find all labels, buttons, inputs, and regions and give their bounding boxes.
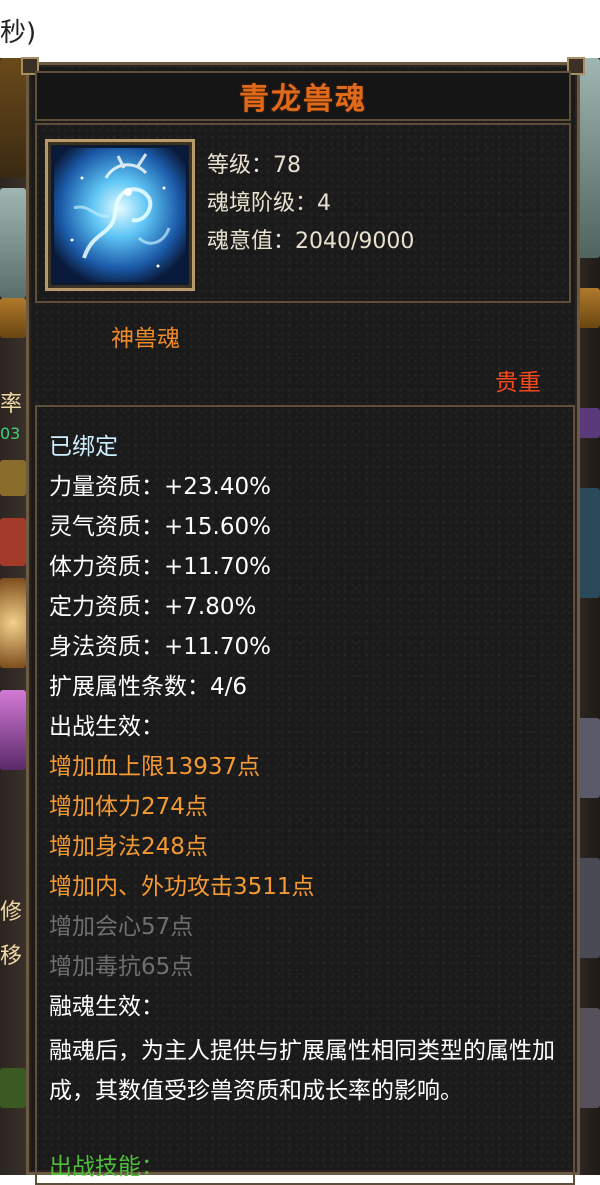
attribute-stamina: 体力资质：+11.70%: [49, 554, 271, 580]
left-label-cultivate: 修: [0, 900, 23, 925]
item-level: 等级：78: [207, 153, 301, 178]
left-skill-icon-3[interactable]: [0, 578, 26, 668]
attribute-focus: 定力资质：+7.80%: [49, 594, 257, 620]
item-icon-frame: [45, 139, 195, 291]
item-rarity: 贵重: [495, 370, 541, 396]
active-effect-agility: 增加身法248点: [49, 834, 208, 860]
left-skill-icon-2[interactable]: [0, 518, 26, 566]
item-title: 青龙兽魂: [239, 82, 367, 117]
item-type: 神兽魂: [111, 326, 180, 352]
attribute-strength: 力量资质：+23.40%: [49, 474, 271, 500]
tooltip-header: 等级：78 魂境阶级：4 魂意值：2040/9000: [35, 123, 571, 303]
extension-count: 扩展属性条数：4/6: [49, 674, 248, 700]
left-grass-icon: [0, 1068, 26, 1108]
battle-skill-header: 出战技能：: [49, 1154, 164, 1180]
right-banner-icon: [578, 288, 600, 328]
right-slot-icon-3[interactable]: [578, 858, 600, 958]
left-label-number: 03: [0, 424, 21, 443]
left-label-rate: 率: [0, 392, 23, 417]
left-frame-icon: [0, 58, 26, 178]
bound-status: 已绑定: [49, 434, 118, 460]
battle-effect-header: 出战生效：: [49, 714, 164, 740]
left-skill-icon-1[interactable]: [0, 460, 26, 496]
azure-dragon-spirit-icon: [54, 148, 186, 282]
game-background-right: [578, 58, 600, 1175]
fusion-description: 融魂后，为主人提供与扩展属性相同类型的属性加成，其数值受珍兽资质和成长率的影响。: [49, 1038, 555, 1104]
right-slot-icon-4[interactable]: [578, 1008, 600, 1108]
item-tooltip: 青龙兽魂 等级：78 魂境阶级：4 魂意值：2040/9000 神兽魂 贵重 已…: [21, 57, 585, 1185]
top-fragment: 秒): [0, 0, 600, 60]
right-slot-icon-2[interactable]: [578, 718, 600, 798]
item-realm-tier: 魂境阶级：4: [207, 191, 331, 216]
tooltip-title-bar: 青龙兽魂: [35, 71, 571, 121]
left-banner-icon: [0, 298, 26, 338]
item-soul-value: 魂意值：2040/9000: [207, 229, 415, 254]
active-effect-stamina: 增加体力274点: [49, 794, 208, 820]
right-slot-icon-1[interactable]: [578, 488, 600, 598]
left-scenery-icon: [0, 188, 26, 298]
inactive-effect-poison-resist: 增加毒抗65点: [49, 954, 194, 980]
active-effect-attack: 增加内、外功攻击3511点: [49, 874, 315, 900]
right-tab-icon[interactable]: [578, 408, 600, 438]
top-fragment-text: 秒): [0, 18, 37, 48]
tooltip-details: 已绑定 力量资质：+23.40% 灵气资质：+15.60% 体力资质：+11.7…: [35, 405, 575, 1185]
attribute-agility: 身法资质：+11.70%: [49, 634, 271, 660]
left-skill-icon-4[interactable]: [0, 690, 26, 770]
right-scenery-icon: [578, 58, 600, 258]
fusion-effect-header: 融魂生效：: [49, 994, 164, 1020]
left-label-move: 移: [0, 944, 23, 969]
active-effect-hp: 增加血上限13937点: [49, 754, 261, 780]
attribute-spirit: 灵气资质：+15.60%: [49, 514, 271, 540]
inactive-effect-crit: 增加会心57点: [49, 914, 194, 940]
